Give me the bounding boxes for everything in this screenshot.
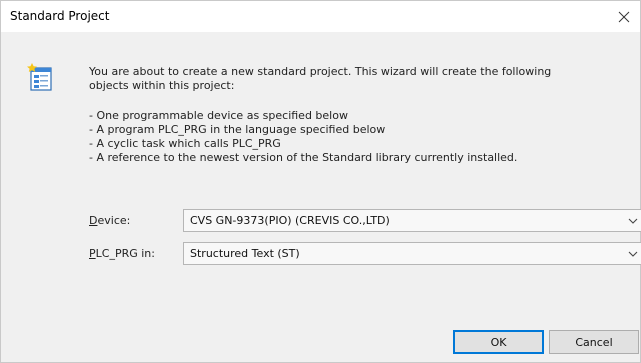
- device-value: CVS GN-9373(PIO) (CREVIS CO.,LTD): [190, 214, 390, 227]
- chevron-down-icon: [628, 218, 638, 224]
- intro-text-line-2: objects within this project:: [89, 79, 235, 92]
- close-icon: [618, 11, 630, 22]
- cancel-button[interactable]: Cancel: [549, 330, 639, 354]
- close-button[interactable]: [608, 1, 640, 32]
- device-label-text: evice:: [97, 214, 131, 227]
- window-title: Standard Project: [10, 9, 110, 23]
- intro-text-line-1: You are about to create a new standard p…: [89, 65, 552, 78]
- chevron-down-icon: [628, 251, 638, 257]
- plc-prg-label-text: LC_PRG in:: [95, 247, 155, 260]
- ok-button[interactable]: OK: [453, 330, 544, 354]
- device-select[interactable]: CVS GN-9373(PIO) (CREVIS CO.,LTD): [183, 209, 641, 232]
- plc-prg-label-mnemonic: P: [89, 247, 96, 260]
- new-project-wizard-icon: [27, 63, 52, 91]
- list-item: - A cyclic task which calls PLC_PRG: [89, 137, 281, 150]
- list-item: - A reference to the newest version of t…: [89, 151, 518, 164]
- device-label: Device:: [89, 214, 130, 227]
- language-select[interactable]: Structured Text (ST): [183, 242, 641, 265]
- list-item: - A program PLC_PRG in the language spec…: [89, 123, 386, 136]
- list-item: - One programmable device as specified b…: [89, 109, 348, 122]
- language-value: Structured Text (ST): [190, 247, 300, 260]
- title-bar: Standard Project: [1, 1, 640, 32]
- standard-project-dialog: Standard Project You are about to create…: [0, 0, 641, 363]
- plc-prg-label: PLC_PRG in:: [89, 247, 155, 260]
